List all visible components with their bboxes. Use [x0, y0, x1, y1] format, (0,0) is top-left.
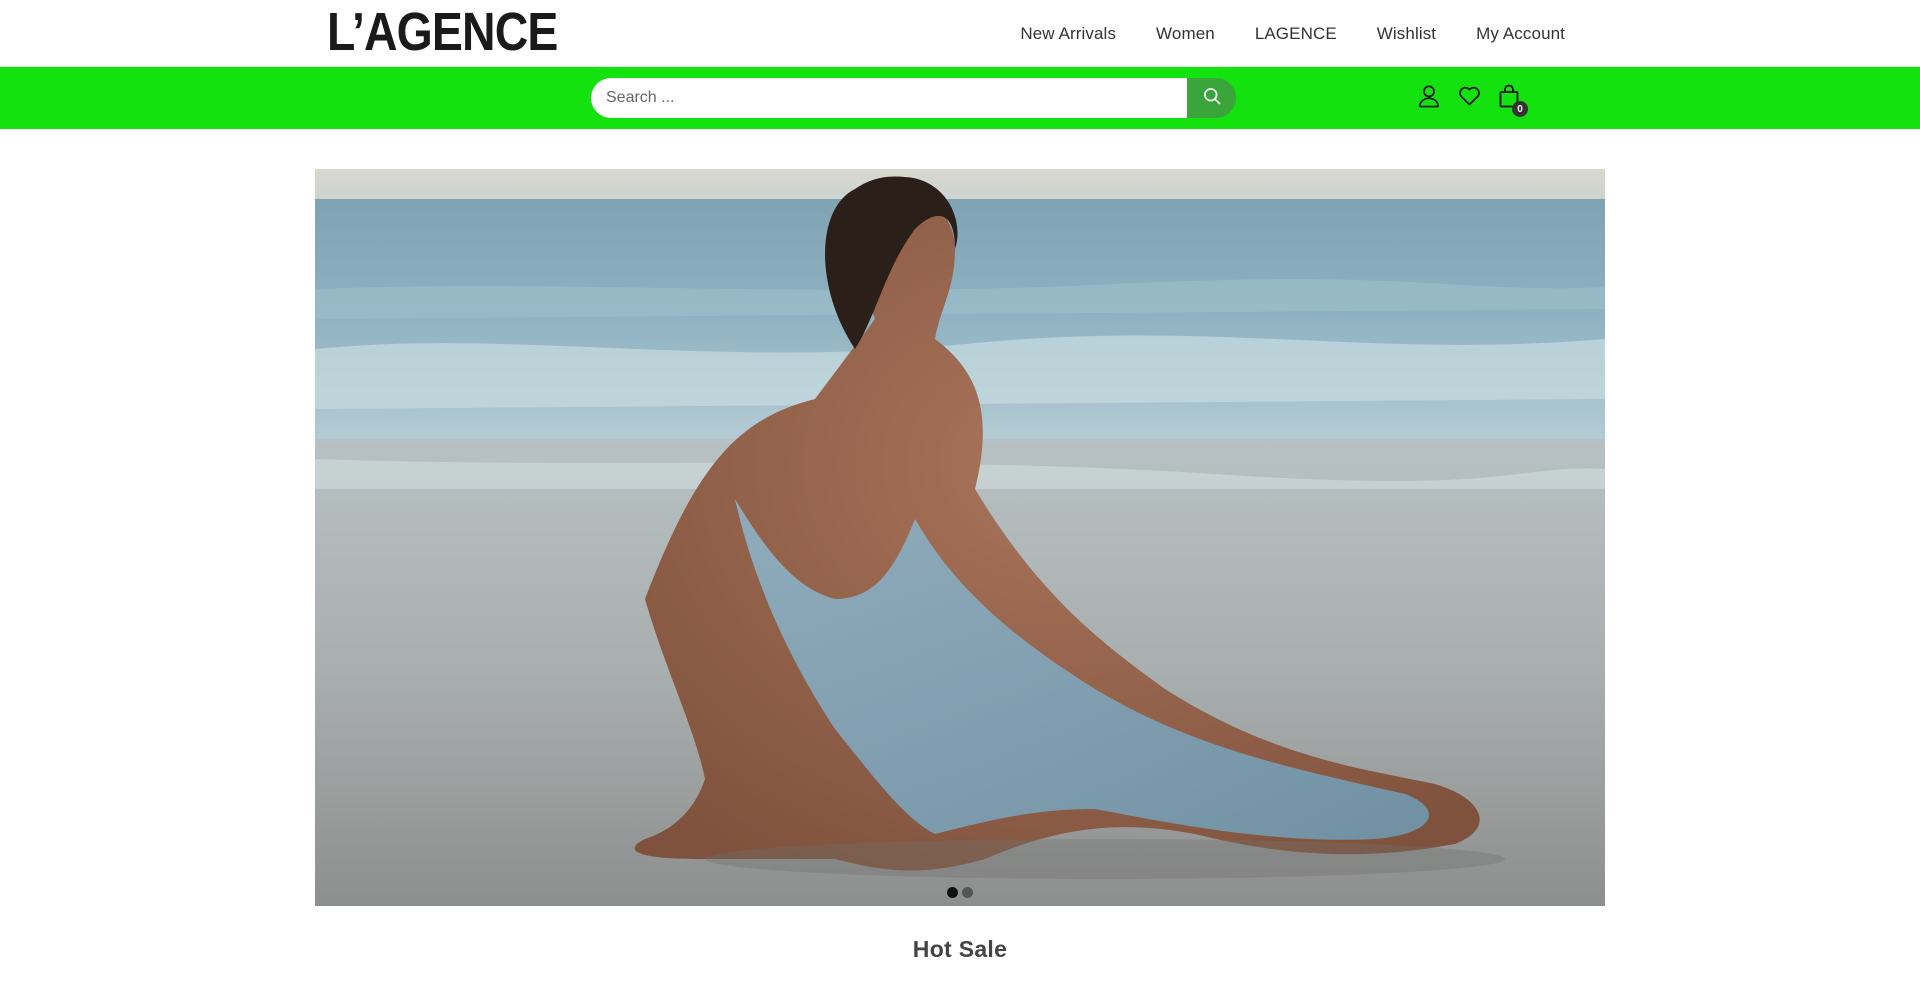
nav-item-my-account[interactable]: My Account: [1476, 24, 1565, 44]
header-icons: 0: [1417, 83, 1528, 117]
site-header: L’AGENCE New Arrivals Women LAGENCE Wish…: [0, 0, 1920, 67]
search-input[interactable]: [591, 78, 1187, 118]
search-button[interactable]: [1187, 78, 1236, 118]
slider-dots: [315, 887, 1605, 898]
search-icon: [1202, 86, 1222, 111]
account-button[interactable]: [1417, 85, 1441, 111]
heart-icon: [1458, 85, 1481, 111]
nav-item-lagence[interactable]: LAGENCE: [1255, 24, 1337, 44]
logo-text: L’AGENCE: [327, 2, 558, 62]
search-form: [591, 78, 1236, 118]
wishlist-button[interactable]: [1457, 85, 1481, 111]
nav-item-new-arrivals[interactable]: New Arrivals: [1020, 24, 1116, 44]
hero-slider[interactable]: [315, 169, 1605, 906]
hot-sale-title: Hot Sale: [912, 936, 1008, 962]
user-icon: [1418, 84, 1440, 113]
nav-item-women[interactable]: Women: [1156, 24, 1215, 44]
search-bar: 0: [0, 67, 1920, 129]
slider-dot-1[interactable]: [947, 887, 958, 898]
hero-image: [315, 169, 1605, 906]
cart-button[interactable]: 0: [1497, 84, 1528, 117]
main-nav: New Arrivals Women LAGENCE Wishlist My A…: [1020, 0, 1565, 67]
brand-logo[interactable]: L’AGENCE: [327, 2, 595, 62]
slider-dot-2[interactable]: [962, 887, 973, 898]
nav-item-wishlist[interactable]: Wishlist: [1377, 24, 1436, 44]
cart-count-badge: 0: [1512, 101, 1528, 117]
